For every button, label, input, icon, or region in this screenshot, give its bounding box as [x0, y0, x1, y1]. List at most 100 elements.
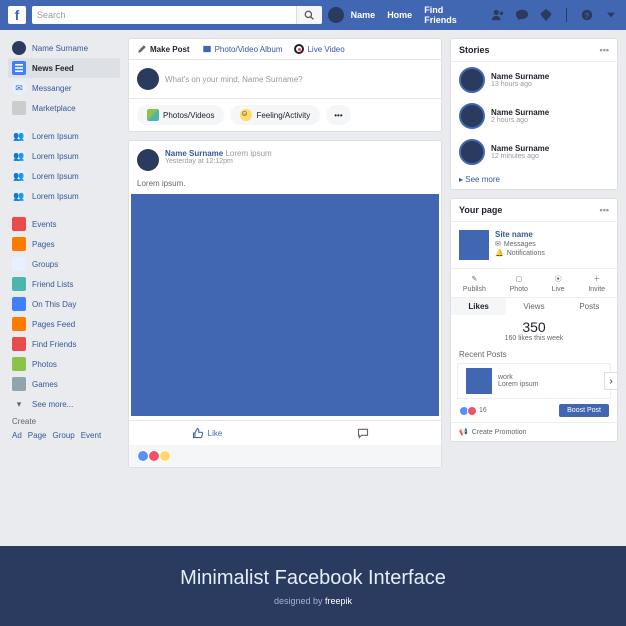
megaphone-icon: 📢: [459, 428, 468, 436]
next-arrow-icon[interactable]: ›: [604, 372, 618, 390]
dropdown-icon[interactable]: [604, 8, 618, 22]
page-photo-button[interactable]: ▢Photo: [510, 273, 528, 293]
sidebar-friend-lists[interactable]: Friend Lists: [8, 274, 120, 294]
haha-reaction-icon[interactable]: [159, 450, 171, 462]
notifications-icon[interactable]: [539, 8, 553, 22]
create-event-link[interactable]: Event: [81, 431, 101, 440]
page-publish-button[interactable]: ✎Publish: [463, 273, 486, 293]
create-page-link[interactable]: Page: [28, 431, 47, 440]
marketplace-icon: [12, 101, 26, 115]
plus-icon: ＋: [591, 273, 603, 285]
action-label: Feeling/Activity: [256, 111, 310, 120]
story-item[interactable]: Name Surname2 hours ago: [451, 98, 617, 134]
create-promotion-link[interactable]: 📢Create Promotion: [451, 422, 617, 441]
sidebar-item-label: Lorem Ipsum: [32, 172, 79, 181]
sidebar-item-label: Friend Lists: [32, 280, 73, 289]
page-thumbnail[interactable]: [459, 230, 489, 260]
composer-tab-post[interactable]: Make Post: [137, 44, 190, 54]
sidebar-photos[interactable]: Photos: [8, 354, 120, 374]
action-label: Photos/Videos: [163, 111, 214, 120]
facebook-logo-icon[interactable]: f: [8, 6, 26, 24]
nav-home-link[interactable]: Home: [382, 10, 417, 20]
sidebar-events[interactable]: Events: [8, 214, 120, 234]
sidebar-profile-label: Name Surname: [32, 44, 88, 53]
page-notifications-link[interactable]: 🔔Notifications: [495, 249, 545, 257]
stories-menu-icon[interactable]: •••: [600, 45, 609, 55]
sidebar-item-label: Groups: [32, 260, 58, 269]
sidebar-marketplace[interactable]: Marketplace: [8, 98, 120, 118]
composer-input[interactable]: What's on your mind, Name Surname?: [129, 60, 441, 98]
sidebar-pages[interactable]: Pages: [8, 234, 120, 254]
avatar[interactable]: [328, 7, 344, 23]
composer-more-button[interactable]: •••: [326, 105, 350, 125]
nav-find-friends-link[interactable]: Find Friends: [419, 5, 483, 25]
label: Notifications: [507, 250, 545, 257]
create-group-link[interactable]: Group: [52, 431, 74, 440]
page-tab-views[interactable]: Views: [506, 298, 561, 315]
story-avatar: [459, 67, 485, 93]
sidebar-news-feed[interactable]: News Feed: [8, 58, 120, 78]
composer-feeling-button[interactable]: ☺Feeling/Activity: [230, 105, 320, 125]
sidebar-find-friends[interactable]: Find Friends: [8, 334, 120, 354]
page-live-button[interactable]: ⦿Live: [552, 273, 565, 293]
composer-tab-album[interactable]: Photo/Video Album: [202, 44, 283, 54]
page-menu-icon[interactable]: •••: [600, 205, 609, 215]
nav-profile-link[interactable]: Name: [346, 10, 381, 20]
sidebar-pages-feed[interactable]: Pages Feed: [8, 314, 120, 334]
page-invite-button[interactable]: ＋Invite: [588, 273, 605, 293]
avatar: [137, 68, 159, 90]
friend-requests-icon[interactable]: [491, 8, 505, 22]
page-messages-link[interactable]: ✉Messages: [495, 240, 545, 248]
story-item[interactable]: Name Surname13 hours ago: [451, 62, 617, 98]
sidebar-item-label: Lorem Ipsum: [32, 152, 79, 161]
sidebar-item-label: News Feed: [32, 64, 74, 73]
search-button[interactable]: [296, 6, 322, 24]
story-author: Name Surname: [491, 108, 549, 117]
sidebar-shortcut[interactable]: 👥Lorem Ipsum: [8, 126, 120, 146]
chevron-down-icon: ▾: [12, 397, 26, 411]
avatar[interactable]: [137, 149, 159, 171]
group-icon: 👥: [12, 129, 26, 143]
sidebar-shortcut[interactable]: 👥Lorem Ipsum: [8, 146, 120, 166]
page-name-link[interactable]: Site name: [495, 230, 545, 239]
recent-post-item[interactable]: workLorem ipsum ›: [457, 363, 611, 399]
sidebar-profile[interactable]: Name Surname: [8, 38, 120, 58]
like-button[interactable]: Like: [129, 421, 285, 445]
sidebar-shortcut[interactable]: 👥Lorem Ipsum: [8, 166, 120, 186]
left-sidebar: Name Surname News Feed ✉Messanger Market…: [8, 38, 120, 538]
page-tab-likes[interactable]: Likes: [451, 298, 506, 315]
boost-post-button[interactable]: Boost Post: [559, 404, 609, 417]
messages-icon[interactable]: [515, 8, 529, 22]
sidebar-messenger[interactable]: ✉Messanger: [8, 78, 120, 98]
photo-album-icon: [202, 44, 212, 54]
sidebar-item-label: On This Day: [32, 300, 76, 309]
sidebar-on-this-day[interactable]: On This Day: [8, 294, 120, 314]
story-avatar: [459, 103, 485, 129]
svg-text:?: ?: [585, 11, 590, 20]
page-tab-posts[interactable]: Posts: [562, 298, 617, 315]
composer-photos-button[interactable]: Photos/Videos: [137, 105, 224, 125]
post-body: Lorem ipsum.: [129, 179, 441, 194]
stories-see-more-link[interactable]: ▸ See more: [451, 170, 617, 189]
composer-tab-live[interactable]: Live Video: [294, 44, 344, 54]
love-reaction-icon: [467, 406, 477, 416]
top-nav: Name Home Find Friends ?: [328, 5, 618, 25]
post-image[interactable]: [131, 194, 439, 416]
sidebar-games[interactable]: Games: [8, 374, 120, 394]
create-ad-link[interactable]: Ad: [12, 431, 22, 440]
search-input[interactable]: Search: [32, 6, 322, 24]
comment-button[interactable]: [285, 421, 441, 445]
footer-credit: designed by freepik: [0, 596, 626, 606]
sidebar-item-label: Pages Feed: [32, 320, 75, 329]
sidebar-item-label: Games: [32, 380, 58, 389]
sidebar-shortcut[interactable]: 👥Lorem Ipsum: [8, 186, 120, 206]
sidebar-item-label: Events: [32, 220, 56, 229]
like-label: Like: [208, 429, 223, 438]
post-timestamp: Yesterday at 12:12pm: [165, 158, 272, 165]
post-author-link[interactable]: Name Surname: [165, 149, 223, 158]
story-item[interactable]: Name Surname12 minutes ago: [451, 134, 617, 170]
sidebar-groups[interactable]: Groups: [8, 254, 120, 274]
story-author: Name Surname: [491, 72, 549, 81]
help-icon[interactable]: ?: [580, 8, 594, 22]
sidebar-see-more[interactable]: ▾See more...: [8, 394, 120, 414]
